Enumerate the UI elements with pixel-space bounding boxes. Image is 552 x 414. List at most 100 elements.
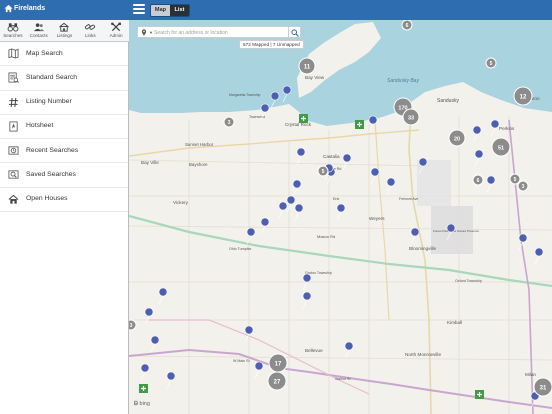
map-attribution: ᗷ bing <box>134 401 150 408</box>
toolbar-button-links[interactable]: Links <box>77 20 103 41</box>
toolbar-button-contacts[interactable]: Contacts <box>26 20 52 41</box>
open-house-icon <box>8 194 19 204</box>
menu-item-label: Map Search <box>26 49 63 57</box>
svg-text:5: 5 <box>322 169 325 175</box>
menu-item-label: Saved Searches <box>26 170 76 178</box>
menu-item-listing-number[interactable]: Listing Number <box>0 91 128 115</box>
cluster-marker[interactable]: 33 <box>402 108 420 126</box>
label-castalia: Castalia <box>323 154 340 159</box>
standard-search-icon <box>8 72 19 84</box>
link-icon <box>85 24 96 30</box>
label-milan: Milan <box>525 372 536 377</box>
toolbar-label: Searches <box>3 33 23 38</box>
label-weyers: Weyers <box>369 216 385 221</box>
search-placeholder: Search for an address or location <box>154 29 228 36</box>
cluster-marker[interactable]: 11 <box>298 57 316 75</box>
cluster-marker[interactable]: 5 <box>485 57 497 69</box>
toolbar: Searches Contacts Listings Links Admin <box>0 20 129 42</box>
label-perkins: Perkins <box>499 126 515 131</box>
hamburger-line <box>133 12 145 14</box>
search-menu: Map Search Standard Search Listing Numbe… <box>0 42 128 213</box>
toolbar-button-searches[interactable]: Searches <box>0 20 26 41</box>
menu-item-recent-searches[interactable]: Recent Searches <box>0 139 128 164</box>
menu-item-label: Recent Searches <box>26 146 79 154</box>
recent-searches-icon <box>8 146 19 155</box>
menu-item-label: Hotsheet <box>26 122 54 130</box>
menu-item-open-houses[interactable]: Open Houses <box>0 188 128 213</box>
hotsheet-icon <box>9 121 18 132</box>
label-kimball: Kimball <box>447 320 462 325</box>
svg-text:6: 6 <box>406 23 409 29</box>
location-pin-icon[interactable] <box>141 29 147 36</box>
svg-text:5: 5 <box>514 177 517 183</box>
binoculars-icon <box>7 23 19 32</box>
cluster-marker[interactable]: 6 <box>401 20 413 31</box>
svg-text:5: 5 <box>490 61 493 67</box>
label-ohio-turnpike: Ohio Turnpike <box>229 247 251 251</box>
label-erie: Erie <box>333 197 339 201</box>
menu-item-saved-searches[interactable]: Saved Searches <box>0 163 128 188</box>
label-fremont-ave: Fremont Ave <box>399 197 418 201</box>
map-view-button[interactable]: Map <box>151 5 170 16</box>
svg-text:3: 3 <box>228 120 231 126</box>
label-walnut-st: Walnut St <box>335 377 350 381</box>
map-canvas[interactable]: Sandusky Bay Bay View Crystal Rock Sunse… <box>129 20 552 414</box>
home-icon[interactable] <box>4 4 13 13</box>
menu-item-hotsheet[interactable]: Hotsheet <box>0 115 128 140</box>
cluster-marker[interactable]: 31 <box>533 377 552 397</box>
svg-text:12: 12 <box>520 95 527 101</box>
cluster-marker[interactable]: 17 <box>268 353 288 373</box>
hamburger-line <box>133 8 145 10</box>
label-sunset-harbor: Sunset Harbor <box>185 142 214 147</box>
map-navbar: Map List <box>129 0 552 20</box>
cluster-marker[interactable]: 5 <box>317 165 329 177</box>
list-view-button[interactable]: List <box>170 5 189 16</box>
svg-text:6: 6 <box>477 178 480 184</box>
cluster-marker[interactable]: 3 <box>129 319 137 331</box>
brand-bar: Firelands <box>0 0 129 20</box>
search-icon <box>291 29 299 37</box>
bing-logo-icon: ᗷ <box>134 401 138 407</box>
cluster-marker[interactable]: 6 <box>472 174 484 186</box>
label-bayshore: Bayshore <box>189 162 208 167</box>
menu-item-label: Open Houses <box>26 195 68 203</box>
hamburger-menu-button[interactable] <box>133 4 145 14</box>
toolbar-label: Admin <box>109 33 123 38</box>
svg-text:33: 33 <box>408 116 414 122</box>
tools-icon <box>111 22 122 32</box>
svg-text:31: 31 <box>540 386 547 392</box>
label-sandusky-bay: Sandusky Bay <box>387 78 419 84</box>
label-north-monroeville: North Monroeville <box>405 352 441 357</box>
map-area: Map List Sandusky Bay Bay View Crystal R… <box>129 0 552 414</box>
saved-searches-icon <box>8 170 19 180</box>
label-bloomingville: Bloomingville <box>409 246 437 251</box>
label-oxford-township: Oxford Township <box>455 279 482 283</box>
map-icon <box>8 48 19 59</box>
contacts-icon <box>33 23 44 32</box>
label-mason-rd: Mason Rd <box>317 234 335 239</box>
cluster-marker[interactable]: 20 <box>448 129 466 147</box>
park-area <box>417 160 451 206</box>
address-search-box[interactable]: ▼ Search for an address or location <box>137 26 301 38</box>
svg-text:27: 27 <box>274 380 281 386</box>
toolbar-button-listings[interactable]: Listings <box>52 20 78 41</box>
label-w-main-st: W Main St <box>233 359 250 363</box>
menu-item-map-search[interactable]: Map Search <box>0 42 128 67</box>
toolbar-button-admin[interactable]: Admin <box>103 20 129 41</box>
label-forest-park: Forest Park State Nature Preserve <box>433 229 479 233</box>
label-vickery: Vickery <box>173 200 189 205</box>
cluster-marker[interactable]: 3 <box>517 180 529 192</box>
cluster-marker[interactable]: 5 <box>509 173 521 185</box>
chevron-down-icon[interactable]: ▼ <box>149 30 153 35</box>
svg-text:11: 11 <box>304 65 311 71</box>
menu-item-label: Listing Number <box>26 98 72 106</box>
cluster-marker[interactable]: 3 <box>223 116 235 128</box>
menu-item-standard-search[interactable]: Standard Search <box>0 66 128 91</box>
hash-icon <box>8 97 19 107</box>
svg-text:20: 20 <box>454 137 460 143</box>
cluster-marker[interactable]: 12 <box>513 86 533 106</box>
cluster-marker[interactable]: 51 <box>491 137 511 157</box>
svg-text:3: 3 <box>130 323 133 329</box>
cluster-marker[interactable]: 27 <box>267 371 287 391</box>
search-button[interactable] <box>288 26 301 38</box>
